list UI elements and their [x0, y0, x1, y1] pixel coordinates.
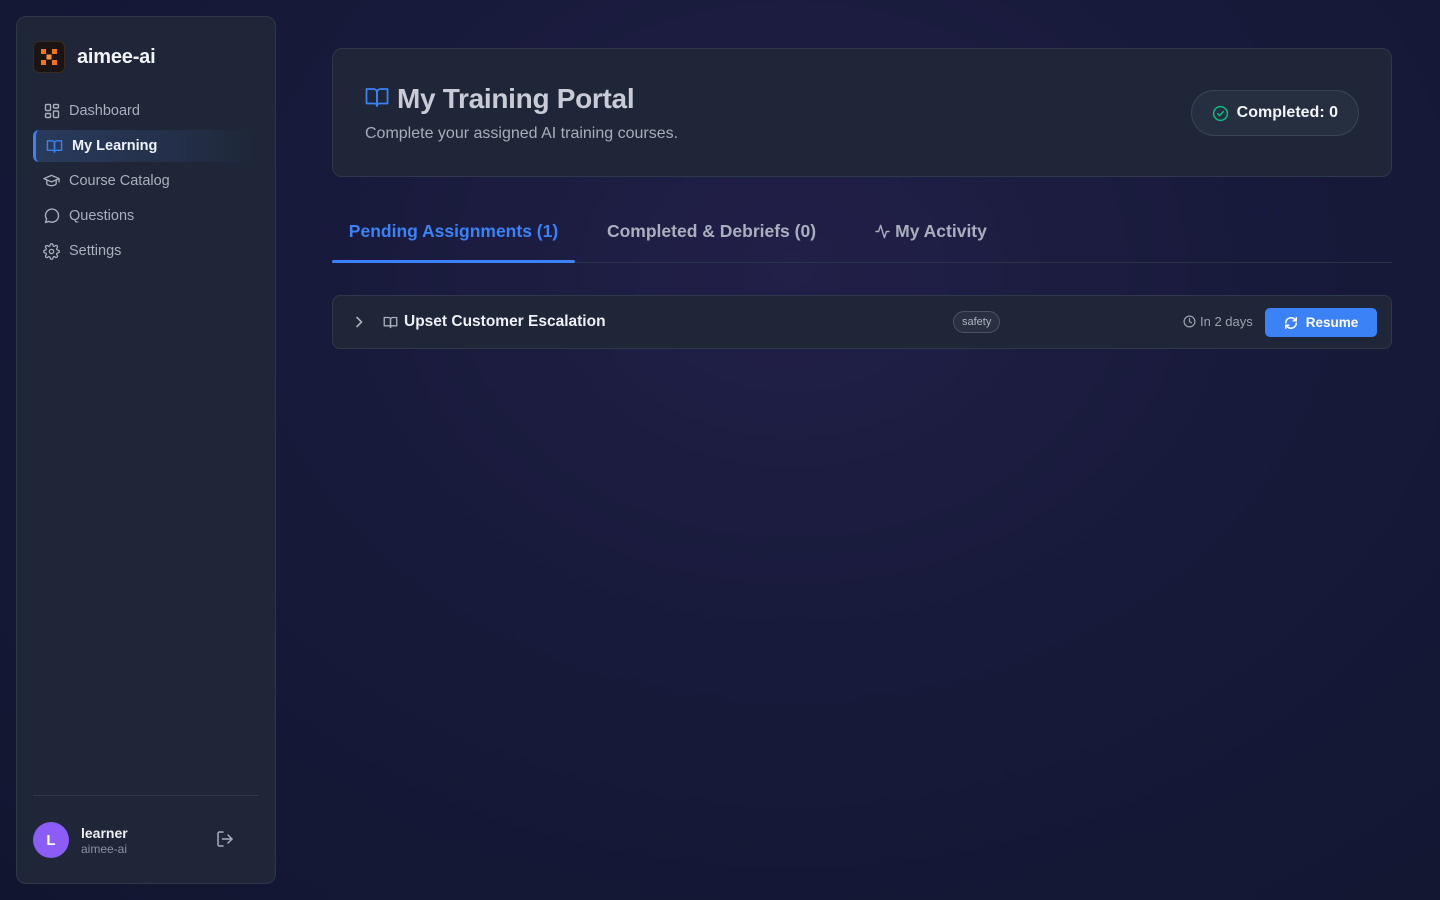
grid-icon	[43, 103, 60, 120]
activity-icon	[875, 224, 890, 239]
completed-badge: Completed: 0	[1190, 90, 1359, 136]
sidebar-item-my-learning[interactable]: My Learning	[33, 130, 261, 162]
brand[interactable]: aimee-ai	[33, 41, 156, 73]
due-date: In 2 days	[1183, 314, 1253, 329]
chevron-right-icon[interactable]	[351, 314, 367, 330]
sidebar-item-dashboard[interactable]: Dashboard	[33, 95, 261, 127]
book-open-icon	[46, 138, 63, 155]
sidebar-item-course-catalog[interactable]: Course Catalog	[33, 165, 261, 197]
clock-icon	[1183, 315, 1196, 328]
tab-pending-assignments[interactable]: Pending Assignments (1)	[332, 200, 575, 263]
sidebar-item-label: Settings	[69, 243, 122, 259]
sidebar-item-label: Questions	[69, 208, 135, 224]
brand-name: aimee-ai	[77, 45, 156, 68]
user-org: aimee-ai	[81, 841, 128, 856]
gear-icon	[43, 242, 60, 260]
due-text: In 2 days	[1200, 314, 1253, 329]
logout-icon[interactable]	[215, 829, 237, 851]
sidebar-nav: Dashboard My Learning Course Catalog Que…	[33, 95, 261, 270]
sidebar-item-questions[interactable]: Questions	[33, 200, 261, 232]
sidebar: aimee-ai Dashboard My Learning Course Ca…	[16, 16, 276, 884]
tab-completed-debriefs[interactable]: Completed & Debriefs (0)	[591, 200, 832, 262]
tab-label: Pending Assignments (1)	[348, 220, 559, 241]
tab-bar: Pending Assignments (1) Completed & Debr…	[332, 200, 1392, 263]
book-open-icon	[383, 315, 398, 330]
graduation-cap-icon	[43, 173, 60, 190]
sidebar-divider	[33, 795, 259, 796]
book-open-icon	[365, 86, 389, 113]
sidebar-item-settings[interactable]: Settings	[33, 235, 261, 267]
category-tag: safety	[953, 311, 1001, 333]
user-profile[interactable]: L learner aimee-ai	[33, 822, 128, 858]
assignment-row[interactable]: Upset Customer Escalation safety In 2 da…	[332, 295, 1392, 349]
check-circle-icon	[1212, 105, 1229, 122]
tab-my-activity[interactable]: My Activity	[850, 200, 1012, 262]
resume-label: Resume	[1305, 315, 1359, 330]
assignment-title: Upset Customer Escalation	[404, 313, 606, 330]
header-card: My Training Portal Complete your assigne…	[332, 48, 1392, 177]
sidebar-item-label: Dashboard	[69, 103, 140, 119]
avatar: L	[33, 822, 69, 858]
page-subtitle: Complete your assigned AI training cours…	[365, 125, 679, 142]
tab-label: My Activity	[895, 220, 987, 241]
page-title: My Training Portal	[397, 83, 635, 114]
checker-logo-icon	[33, 41, 65, 73]
resume-button[interactable]: Resume	[1265, 308, 1377, 337]
user-name: learner	[81, 824, 128, 841]
completed-count: Completed: 0	[1236, 104, 1338, 121]
message-circle-icon	[43, 208, 60, 225]
refresh-icon	[1284, 316, 1298, 330]
sidebar-item-label: My Learning	[72, 138, 158, 154]
sidebar-item-label: Course Catalog	[69, 173, 170, 189]
tab-label: Completed & Debriefs (0)	[606, 220, 817, 241]
